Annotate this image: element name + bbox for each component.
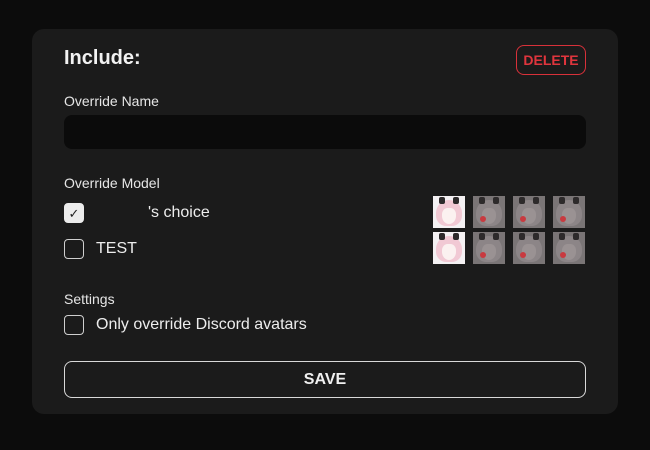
override-name-input[interactable] — [64, 115, 586, 149]
settings-label: Settings — [64, 291, 115, 307]
model-option-choice-label: 's choice — [148, 204, 210, 221]
model-option-choice-checkbox[interactable]: ✓ — [64, 203, 84, 223]
save-button[interactable]: SAVE — [64, 361, 586, 398]
override-model-label: Override Model — [64, 175, 160, 191]
card-title: Include: — [64, 47, 141, 69]
settings-option-discord-only-checkbox[interactable] — [64, 315, 84, 335]
settings-option-discord-only[interactable]: Only override Discord avatars — [64, 315, 307, 335]
model-option-test-label: TEST — [96, 240, 137, 257]
model-option-test-thumbnails — [433, 232, 585, 264]
delete-button[interactable]: DELETE — [516, 45, 586, 75]
model-option-test-checkbox[interactable] — [64, 239, 84, 259]
avatar-thumbnail-icon[interactable] — [433, 196, 465, 228]
model-option-choice-thumbnails — [433, 196, 585, 228]
avatar-thumbnail-icon[interactable] — [473, 232, 505, 264]
avatar-thumbnail-icon[interactable] — [513, 232, 545, 264]
check-icon: ✓ — [68, 205, 80, 221]
avatar-thumbnail-icon[interactable] — [553, 196, 585, 228]
avatar-thumbnail-icon[interactable] — [433, 232, 465, 264]
avatar-thumbnail-icon[interactable] — [513, 196, 545, 228]
settings-option-discord-only-label: Only override Discord avatars — [96, 316, 307, 333]
model-option-test[interactable]: TEST — [64, 239, 137, 259]
avatar-thumbnail-icon[interactable] — [473, 196, 505, 228]
avatar-thumbnail-icon[interactable] — [553, 232, 585, 264]
model-option-choice[interactable]: ✓ 's choice — [64, 203, 210, 223]
include-override-card: Include: DELETE Override Name Override M… — [32, 29, 618, 414]
override-name-label: Override Name — [64, 93, 159, 109]
